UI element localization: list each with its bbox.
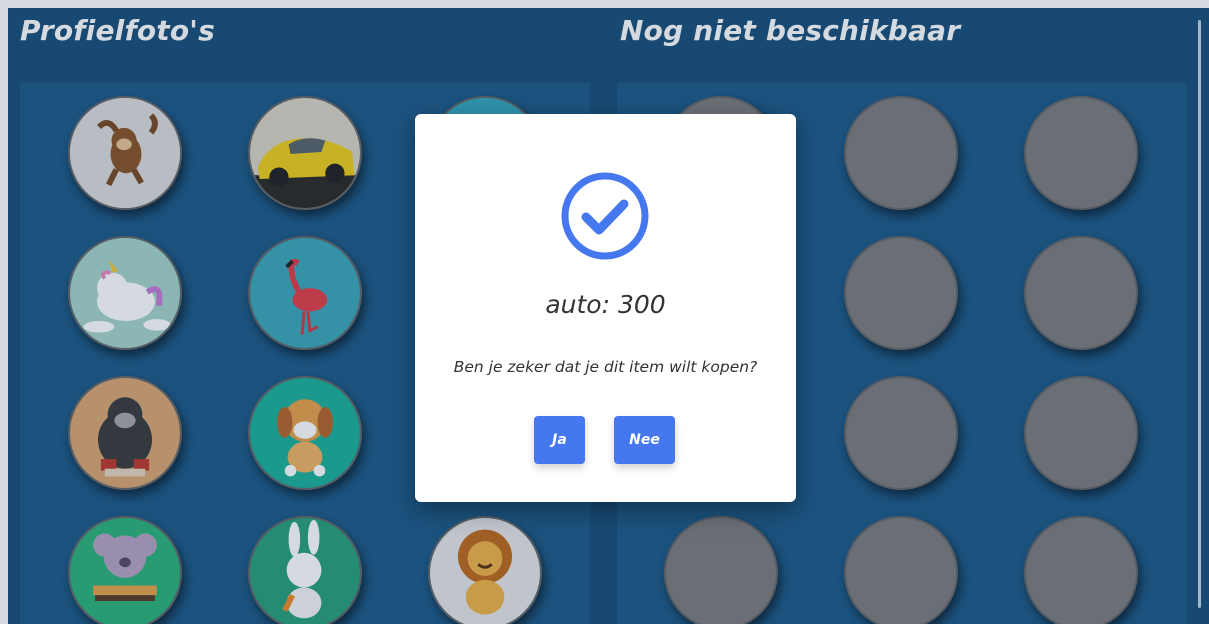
confirm-no-button[interactable]: Nee: [614, 416, 675, 464]
item-price-title: auto: 300: [545, 290, 666, 319]
purchase-confirm-dialog: auto: 300 Ben je zeker dat je dit item w…: [415, 114, 796, 502]
confirm-question: Ben je zeker dat je dit item wilt kopen?: [453, 358, 758, 376]
check-circle-icon: [561, 172, 649, 260]
confirm-yes-button[interactable]: Ja: [534, 416, 585, 464]
